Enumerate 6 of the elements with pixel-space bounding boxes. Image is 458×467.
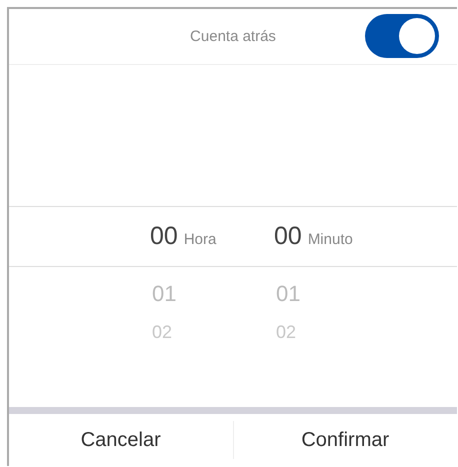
countdown-toggle[interactable] [365,14,439,58]
selected-value[interactable]: 00 [150,222,178,251]
unit-label: Hora [184,231,216,248]
unit-label: Minuto [308,231,353,248]
selected-value[interactable]: 00 [274,222,302,251]
dialog-title: Cuenta atrás [190,28,276,45]
